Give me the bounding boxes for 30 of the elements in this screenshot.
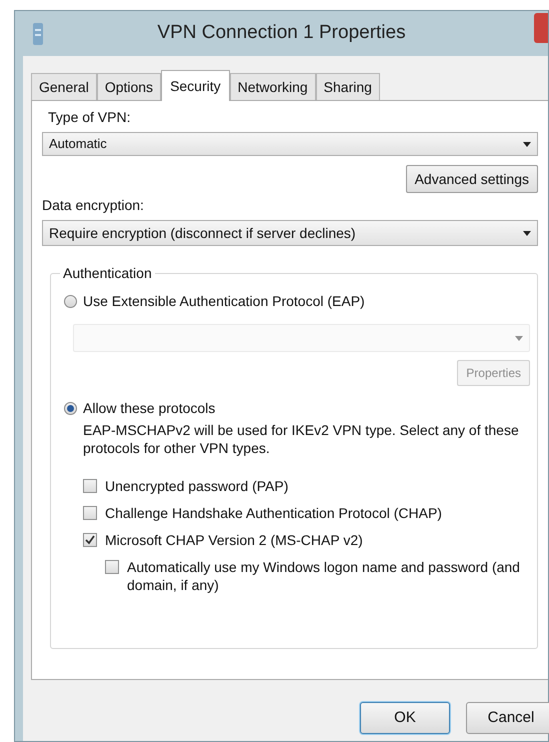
dialog-button[interactable]: Cancel xyxy=(466,702,549,734)
caret-icon xyxy=(523,142,531,146)
checkbox-label: Microsoft CHAP Version 2 (MS-CHAP v2) xyxy=(105,531,363,549)
radio-button[interactable] xyxy=(64,295,77,308)
vpn-type-dropdown[interactable]: Automatic xyxy=(42,132,538,156)
caret-icon xyxy=(523,230,531,236)
radio-label: Use Extensible Authentication Protocol (EAP) xyxy=(83,292,365,311)
radio-label: Allow these protocols xyxy=(83,399,216,418)
tab[interactable]: Networking xyxy=(230,73,316,100)
advanced-settings-button[interactable]: Advanced settings xyxy=(406,165,538,193)
dialog-button[interactable]: OK xyxy=(360,702,450,734)
checkbox-label: Challenge Handshake Authentication Protocol (CHAP) xyxy=(105,504,442,522)
caret-icon xyxy=(515,336,523,340)
description-text: EAP-MSCHAPv2 will be used for IKEv2 VPN type. Select any of these protocols for other VPN types. xyxy=(82,421,520,457)
app-icon xyxy=(33,23,43,45)
tab[interactable]: Options xyxy=(96,73,162,100)
radio-button[interactable] xyxy=(64,402,77,415)
checkbox-label: Unencrypted password (PAP) xyxy=(105,477,288,495)
checkbox[interactable] xyxy=(83,506,97,520)
checkbox[interactable] xyxy=(83,479,97,493)
tab[interactable]: Security xyxy=(161,70,230,101)
field-label: Type of VPN: xyxy=(47,108,132,127)
checkbox[interactable] xyxy=(105,560,119,574)
tab[interactable]: Sharing xyxy=(316,73,380,100)
field-label: Data encryption: xyxy=(42,196,145,215)
encryption-dropdown[interactable]: Require encryption (disconnect if server declines) xyxy=(42,220,538,246)
tab[interactable]: General xyxy=(31,73,97,100)
checkbox[interactable] xyxy=(83,533,97,547)
checkbox-label: Automatically use my Windows logon name and password (and domain, if any) xyxy=(127,558,521,594)
window-title: VPN Connection 1 Properties xyxy=(157,21,406,46)
